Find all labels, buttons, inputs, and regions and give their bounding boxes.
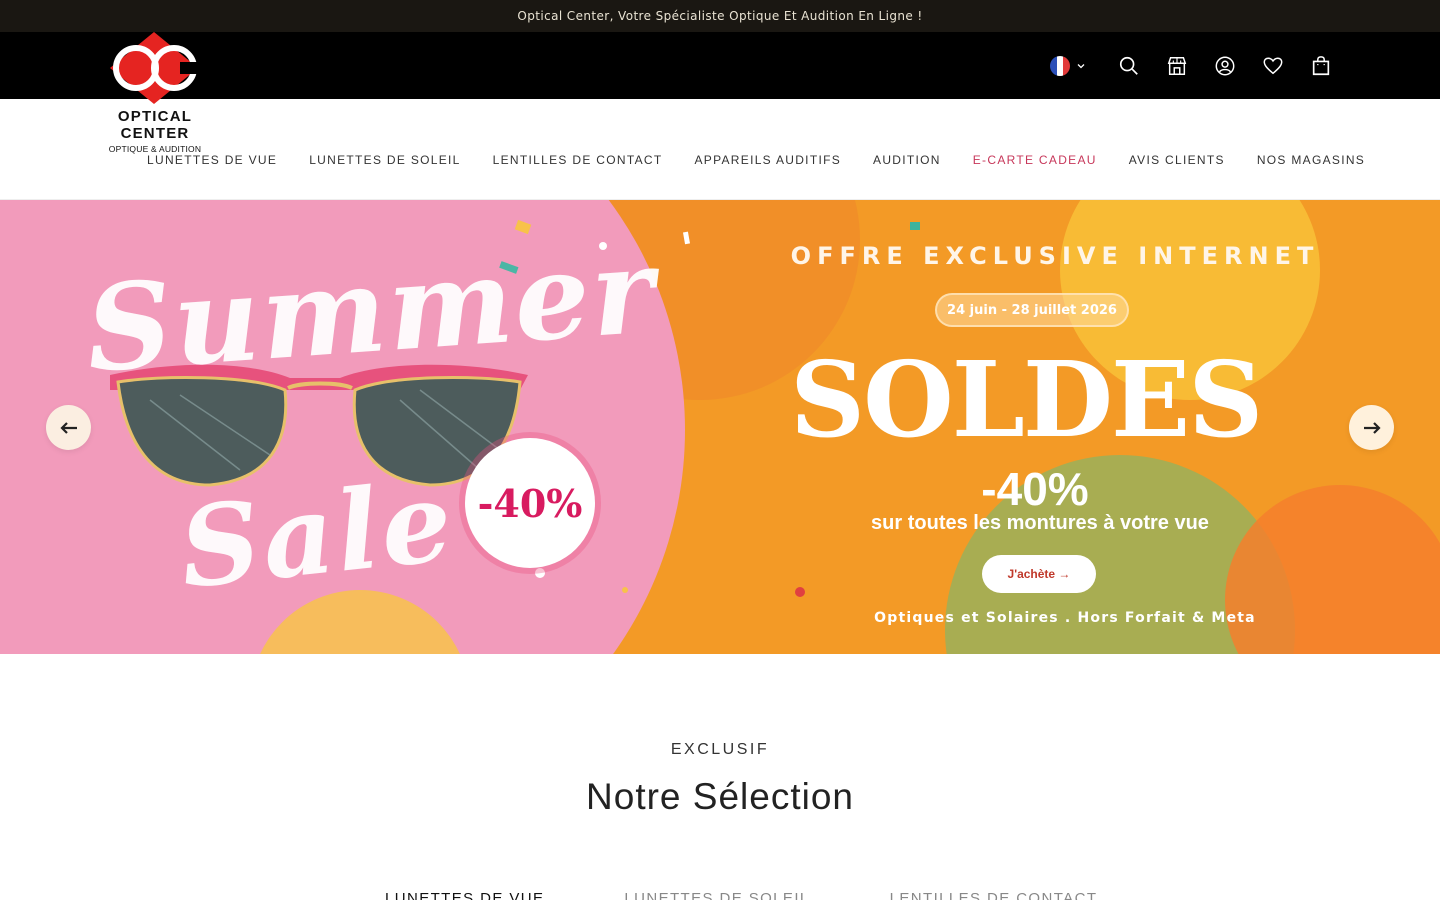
section-title: Notre Sélection: [586, 776, 854, 817]
hero-footnote: Optiques et Solaires . Hors Forfait & Me…: [874, 610, 1256, 626]
nav-item-lentilles-de-contact[interactable]: LENTILLES DE CONTACT: [493, 153, 663, 167]
bag-icon[interactable]: [1310, 55, 1332, 77]
nav-item-lunettes-de-vue[interactable]: LUNETTES DE VUE: [147, 153, 277, 167]
search-icon[interactable]: [1118, 55, 1140, 77]
carousel-prev-button[interactable]: [46, 405, 91, 450]
nav-item-nos-magasins[interactable]: NOS MAGASINS: [1257, 153, 1365, 167]
hero-banner[interactable]: Summer Sale -40% OFFRE EXCLUSIVE INTERNE…: [0, 200, 1440, 654]
header: [0, 32, 1440, 99]
section-kicker: EXCLUSIF: [670, 741, 770, 758]
offer-dates: 24 juin - 28 juillet 2026: [935, 293, 1129, 327]
hero-subline: sur toutes les montures à votre vue: [871, 512, 1209, 534]
announcement-text: Optical Center, Votre Spécialiste Optiqu…: [517, 9, 923, 23]
heart-icon[interactable]: [1262, 55, 1284, 77]
chevron-down-icon: [1077, 63, 1085, 68]
header-icons: [1050, 32, 1332, 99]
language-selector[interactable]: [1050, 55, 1086, 76]
brand-name: OPTICAL CENTER: [117, 108, 193, 142]
arrow-left-icon: [59, 421, 77, 434]
nav-item-lunettes-de-soleil[interactable]: LUNETTES DE SOLEIL: [309, 153, 460, 167]
account-icon[interactable]: [1214, 55, 1236, 77]
carousel-next-button[interactable]: [1349, 405, 1394, 450]
nav-item-avis-clients[interactable]: AVIS CLIENTS: [1129, 153, 1225, 167]
arrow-right-icon: [1363, 421, 1381, 434]
store-icon[interactable]: [1166, 55, 1188, 77]
selection-tabs: LUNETTES DE VUE LUNETTES DE SOLEIL LENTI…: [385, 890, 1097, 900]
hero-discount: -40%: [981, 463, 1089, 515]
nav-item-e-carte-cadeau[interactable]: E-CARTE CADEAU: [973, 153, 1097, 167]
nav-item-appareils-auditifs[interactable]: APPAREILS AUDITIFS: [694, 153, 841, 167]
tab-lentilles-de-contact[interactable]: LENTILLES DE CONTACT: [890, 890, 1098, 900]
logo-text: OPTICAL CENTER OPTIQUE & AUDITION: [108, 108, 202, 154]
flag-fr-icon: [1050, 55, 1070, 76]
brand-logo[interactable]: OPTICAL CENTER OPTIQUE & AUDITION: [108, 32, 208, 154]
announcement-bar: Optical Center, Votre Spécialiste Optiqu…: [0, 0, 1440, 32]
nav-item-audition[interactable]: AUDITION: [873, 153, 941, 167]
tab-lunettes-de-vue[interactable]: LUNETTES DE VUE: [385, 890, 544, 900]
tab-lunettes-de-soleil[interactable]: LUNETTES DE SOLEIL: [624, 890, 809, 900]
hero-headline: SOLDES: [790, 338, 1263, 461]
offer-heading: OFFRE EXCLUSIVE INTERNET: [790, 242, 1320, 270]
discount-badge: -40%: [465, 438, 595, 568]
shop-now-button[interactable]: J'achète →: [982, 555, 1096, 593]
brand-tagline: OPTIQUE & AUDITION: [108, 144, 202, 154]
logo-mark-icon: [110, 32, 202, 104]
main-nav: LUNETTES DE VUE LUNETTES DE SOLEIL LENTI…: [0, 99, 1440, 200]
